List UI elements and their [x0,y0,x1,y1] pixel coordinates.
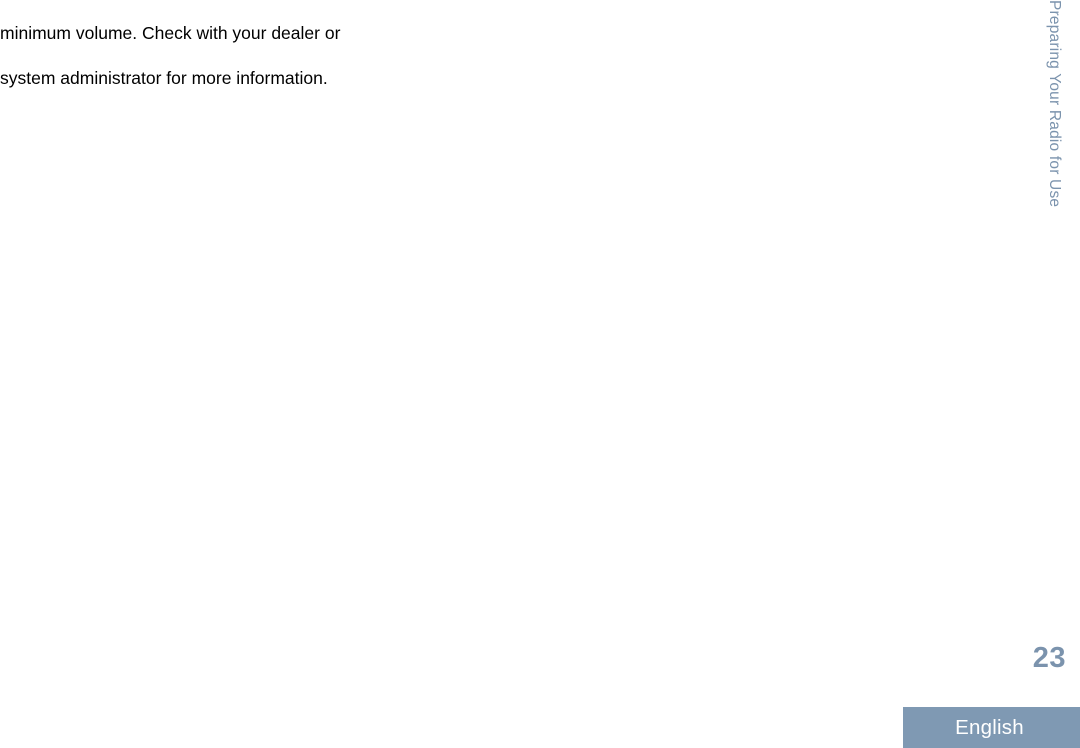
body-paragraph-line-2: system administrator for more informatio… [0,67,328,88]
body-paragraph-line-1: minimum volume. Check with your dealer o… [0,22,341,43]
language-label: English [955,715,1024,739]
body-paragraph: minimum volume. Check with your dealer o… [0,0,430,112]
language-footer-bar: English [903,707,1080,748]
document-page: minimum volume. Check with your dealer o… [0,0,1080,748]
chapter-side-tab: Preparing Your Radio for Use [1046,0,1063,208]
page-number: 23 [1032,642,1066,674]
